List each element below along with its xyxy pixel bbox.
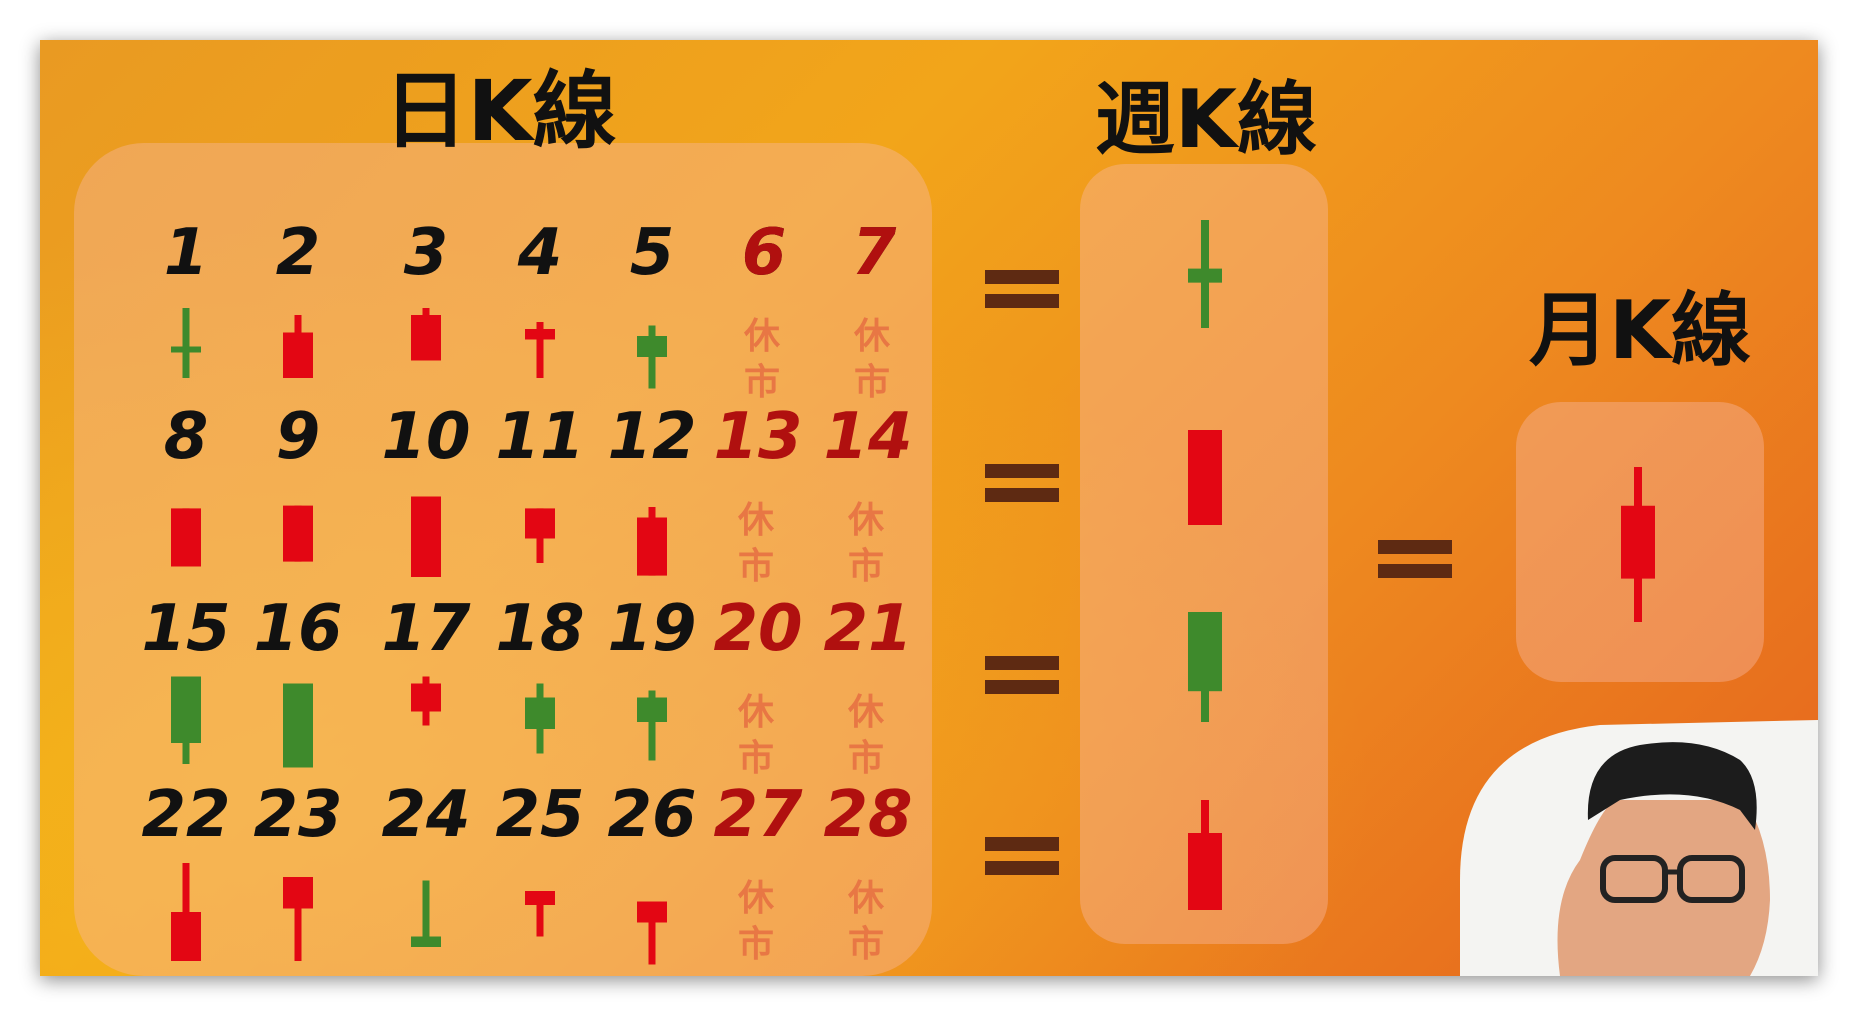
day-number: 24 (381, 778, 470, 852)
day-number: 22 (141, 778, 230, 852)
market-closed-label: 市 (848, 738, 884, 779)
day-number: 10 (381, 400, 470, 474)
market-closed-label: 休 (847, 692, 885, 733)
equals-bar-bottom (985, 488, 1059, 502)
market-closed-label: 休 (847, 500, 885, 541)
daily-title: 日K線 (383, 62, 616, 160)
daily-candle-body (283, 332, 313, 378)
daily-candle (283, 505, 313, 562)
weekend-day-number: 20 (713, 592, 802, 666)
market-closed-label: 休 (737, 878, 775, 919)
day-number: 1 (164, 216, 209, 290)
weekend-day-number: 6 (742, 216, 787, 290)
daily-candle-body (171, 676, 201, 743)
market-closed-label: 市 (744, 362, 780, 403)
equals-bar-bottom (1378, 564, 1452, 578)
daily-candle-body (283, 505, 313, 562)
daily-candle-body (525, 508, 555, 539)
slide-frame: 日K線 週K線 月K線 1 2 3 4 5 6 7 8 9 10 11 12 15 16 17 18 19 22 2… (40, 40, 1818, 976)
weekend-day-number: 7 (852, 216, 897, 290)
day-number: 16 (253, 592, 342, 666)
daily-candle-body (283, 877, 313, 909)
day-number: 15 (141, 592, 230, 666)
daily-candle-body (171, 508, 201, 567)
daily-candle-body (525, 891, 555, 905)
day-number: 5 (630, 216, 675, 290)
market-closed-label: 市 (738, 738, 774, 779)
daily-candle (411, 308, 441, 361)
day-number: 23 (253, 778, 342, 852)
daily-candle-body (171, 346, 201, 353)
market-closed-label: 休 (847, 878, 885, 919)
daily-candle-body (637, 697, 667, 722)
day-number: 2 (276, 216, 321, 290)
equals-bar-bottom (985, 680, 1059, 694)
day-number: 26 (607, 778, 696, 852)
weekly-candle-body (1188, 612, 1222, 692)
market-closed-label: 休 (737, 692, 775, 733)
weekly-candle-body (1188, 430, 1222, 525)
daily-candle-body (171, 912, 201, 961)
daily-candle-body (411, 315, 441, 361)
equals-bar-top (985, 656, 1059, 670)
day-number: 25 (495, 778, 584, 852)
daily-candle (411, 496, 441, 577)
weekend-day-number: 13 (713, 400, 802, 474)
presenter-video (1460, 720, 1818, 976)
market-closed-label: 市 (738, 924, 774, 965)
daily-candle-body (637, 517, 667, 576)
day-number: 3 (404, 216, 449, 290)
day-number: 17 (381, 592, 471, 666)
market-closed-label: 休 (853, 316, 891, 357)
daily-candle (283, 683, 313, 768)
weekend-day-number: 14 (823, 400, 912, 474)
weekend-day-number: 28 (823, 778, 912, 852)
daily-candle-body (411, 496, 441, 577)
equals-bar-bottom (985, 294, 1059, 308)
kline-diagram: 日K線 週K線 月K線 1 2 3 4 5 6 78 9 10 11 1215 16 17 18 1922 2… (40, 40, 1818, 976)
daily-candle (171, 508, 201, 567)
equals-bar-bottom (985, 861, 1059, 875)
weekly-candle-body (1188, 268, 1222, 283)
weekly-candle (1188, 430, 1222, 525)
day-number: 11 (495, 400, 584, 474)
daily-candle-body (283, 683, 313, 768)
equals-bar-top (985, 270, 1059, 284)
day-number: 18 (495, 592, 584, 666)
monthly-candle-body (1621, 505, 1655, 579)
day-number: 19 (607, 592, 696, 666)
weekend-day-number: 21 (823, 592, 912, 666)
daily-candle-body (637, 901, 667, 923)
market-closed-label: 休 (743, 316, 781, 357)
daily-candle-body (637, 336, 667, 357)
equals-bar-top (985, 837, 1059, 851)
weekly-candle-body (1188, 833, 1222, 910)
monthly-title: 月K線 (1529, 284, 1751, 377)
market-closed-label: 市 (848, 546, 884, 587)
market-closed-label: 市 (848, 924, 884, 965)
market-closed-label: 休 (737, 500, 775, 541)
daily-candle-body (525, 697, 555, 729)
daily-candle-body (525, 329, 555, 340)
day-number: 12 (607, 400, 696, 474)
equals-bar-top (1378, 540, 1452, 554)
market-closed-label: 市 (738, 546, 774, 587)
daily-candle-body (411, 936, 441, 947)
daily-candle-body (411, 683, 441, 712)
weekend-day-number: 27 (713, 778, 803, 852)
day-number: 9 (276, 400, 321, 474)
equals-bar-top (985, 464, 1059, 478)
day-number: 8 (164, 400, 209, 474)
day-number: 4 (517, 216, 563, 290)
daily-candle-wick (182, 308, 190, 378)
weekly-title: 週K線 (1095, 73, 1317, 166)
market-closed-label: 市 (854, 362, 890, 403)
